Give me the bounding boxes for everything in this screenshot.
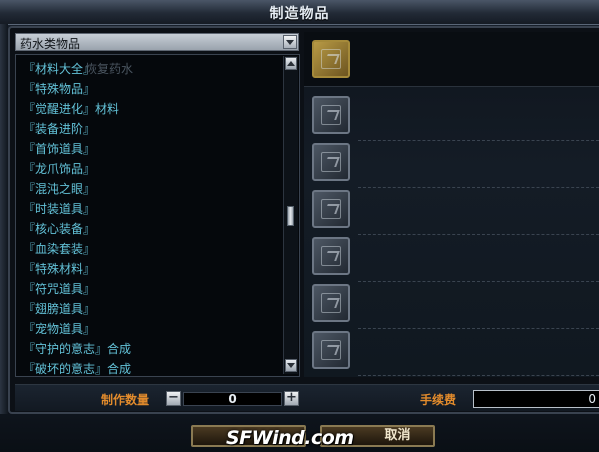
- list-item[interactable]: 『破坏的意志』合成: [23, 359, 131, 379]
- list-item[interactable]: 『材料大全』 恢复药水: [23, 59, 133, 79]
- list-item-label: 『特殊材料』: [23, 262, 96, 276]
- list-item[interactable]: 『特殊物品』: [23, 79, 95, 99]
- result-item-slot[interactable]: [312, 40, 350, 78]
- list-item-label: 『破坏的意志』合成: [23, 362, 132, 376]
- plus-icon: +: [286, 390, 297, 405]
- material-slot[interactable]: [312, 331, 350, 369]
- item-placeholder-icon: [321, 105, 341, 125]
- fee-value: 0: [473, 390, 599, 408]
- list-item-label: 『混沌之眼』: [23, 182, 96, 196]
- chevron-down-icon[interactable]: [283, 35, 297, 49]
- window-title: 制造物品: [269, 6, 330, 22]
- slot-divider: [358, 281, 599, 282]
- list-item[interactable]: 『龙爪饰品』: [23, 159, 95, 179]
- slot-divider: [358, 375, 599, 376]
- list-item-label: 『首饰道具』: [23, 142, 96, 156]
- list-item-label: 『血染套装』: [23, 242, 96, 256]
- fee-label: 手续费: [420, 393, 457, 407]
- list-item[interactable]: 『觉醒进化』材料: [23, 99, 119, 119]
- list-item-label: 『龙爪饰品』: [23, 162, 96, 176]
- list-item[interactable]: 『特殊材料』: [23, 259, 95, 279]
- list-item[interactable]: 『守护的意志』合成: [23, 339, 131, 359]
- decrease-quantity-button[interactable]: −: [166, 390, 181, 406]
- list-item-label: 『宠物道具』: [23, 322, 96, 336]
- crafting-window: 制造物品 药水类物品 『材料大全』 恢复药水 『特殊物品』 『觉醒进化』材料 『…: [0, 0, 599, 452]
- item-placeholder-icon: [321, 199, 341, 219]
- title-bar[interactable]: 制造物品: [0, 0, 599, 25]
- item-placeholder-icon: [321, 152, 341, 172]
- list-item[interactable]: 『翅膀道具』: [23, 299, 95, 319]
- slot-divider: [358, 234, 599, 235]
- recipe-category-list: 『材料大全』 恢复药水 『特殊物品』 『觉醒进化』材料 『装备进阶』 『首饰道具…: [15, 54, 300, 377]
- list-item[interactable]: 『时装道具』: [23, 199, 95, 219]
- item-placeholder-icon: [321, 340, 341, 360]
- minus-icon: −: [168, 390, 179, 405]
- material-slot[interactable]: [312, 96, 350, 134]
- slot-divider: [358, 187, 599, 188]
- list-item-label: 『时装道具』: [23, 202, 96, 216]
- list-item[interactable]: 『血染套装』: [23, 239, 95, 259]
- category-dropdown[interactable]: 药水类物品: [15, 33, 299, 51]
- list-item-label: 『守护的意志』合成: [23, 342, 132, 356]
- item-placeholder-icon: [321, 246, 341, 266]
- list-item[interactable]: 『混沌之眼』: [23, 179, 95, 199]
- slot-divider: [358, 328, 599, 329]
- list-item-label: 『符咒道具』: [23, 282, 96, 296]
- list-item-label: 『装备进阶』: [23, 122, 96, 136]
- list-item[interactable]: 『符咒道具』: [23, 279, 95, 299]
- quantity-label: 制作数量: [101, 393, 150, 407]
- list-item-label: 『觉醒进化』材料: [23, 102, 120, 116]
- list-item-overlap-text: 恢复药水: [85, 62, 134, 76]
- list-item[interactable]: 『装备进阶』: [23, 119, 95, 139]
- scroll-up-icon[interactable]: [285, 57, 297, 70]
- cancel-button-label: 取消: [384, 428, 411, 443]
- list-item-label: 『核心装备』: [23, 222, 96, 236]
- scroll-thumb[interactable]: [287, 206, 294, 226]
- category-dropdown-value: 药水类物品: [20, 37, 81, 51]
- list-item-label: 『特殊物品』: [23, 82, 96, 96]
- list-scrollbar[interactable]: [283, 56, 298, 374]
- list-item[interactable]: 『宠物道具』: [23, 319, 95, 339]
- material-slot[interactable]: [312, 190, 350, 228]
- increase-quantity-button[interactable]: +: [284, 390, 299, 406]
- slot-divider: [358, 140, 599, 141]
- list-item[interactable]: 『首饰道具』: [23, 139, 95, 159]
- quantity-input[interactable]: 0: [183, 392, 282, 406]
- watermark: SFWind.com: [226, 427, 354, 449]
- item-placeholder-icon: [321, 293, 341, 313]
- material-slot[interactable]: [312, 237, 350, 275]
- scroll-down-icon[interactable]: [285, 359, 297, 372]
- list-item-label: 『翅膀道具』: [23, 302, 96, 316]
- list-item[interactable]: 『核心装备』: [23, 219, 95, 239]
- item-placeholder-icon: [321, 49, 341, 69]
- material-slot[interactable]: [312, 143, 350, 181]
- left-frame-ornament: [0, 24, 8, 414]
- material-slot[interactable]: [312, 284, 350, 322]
